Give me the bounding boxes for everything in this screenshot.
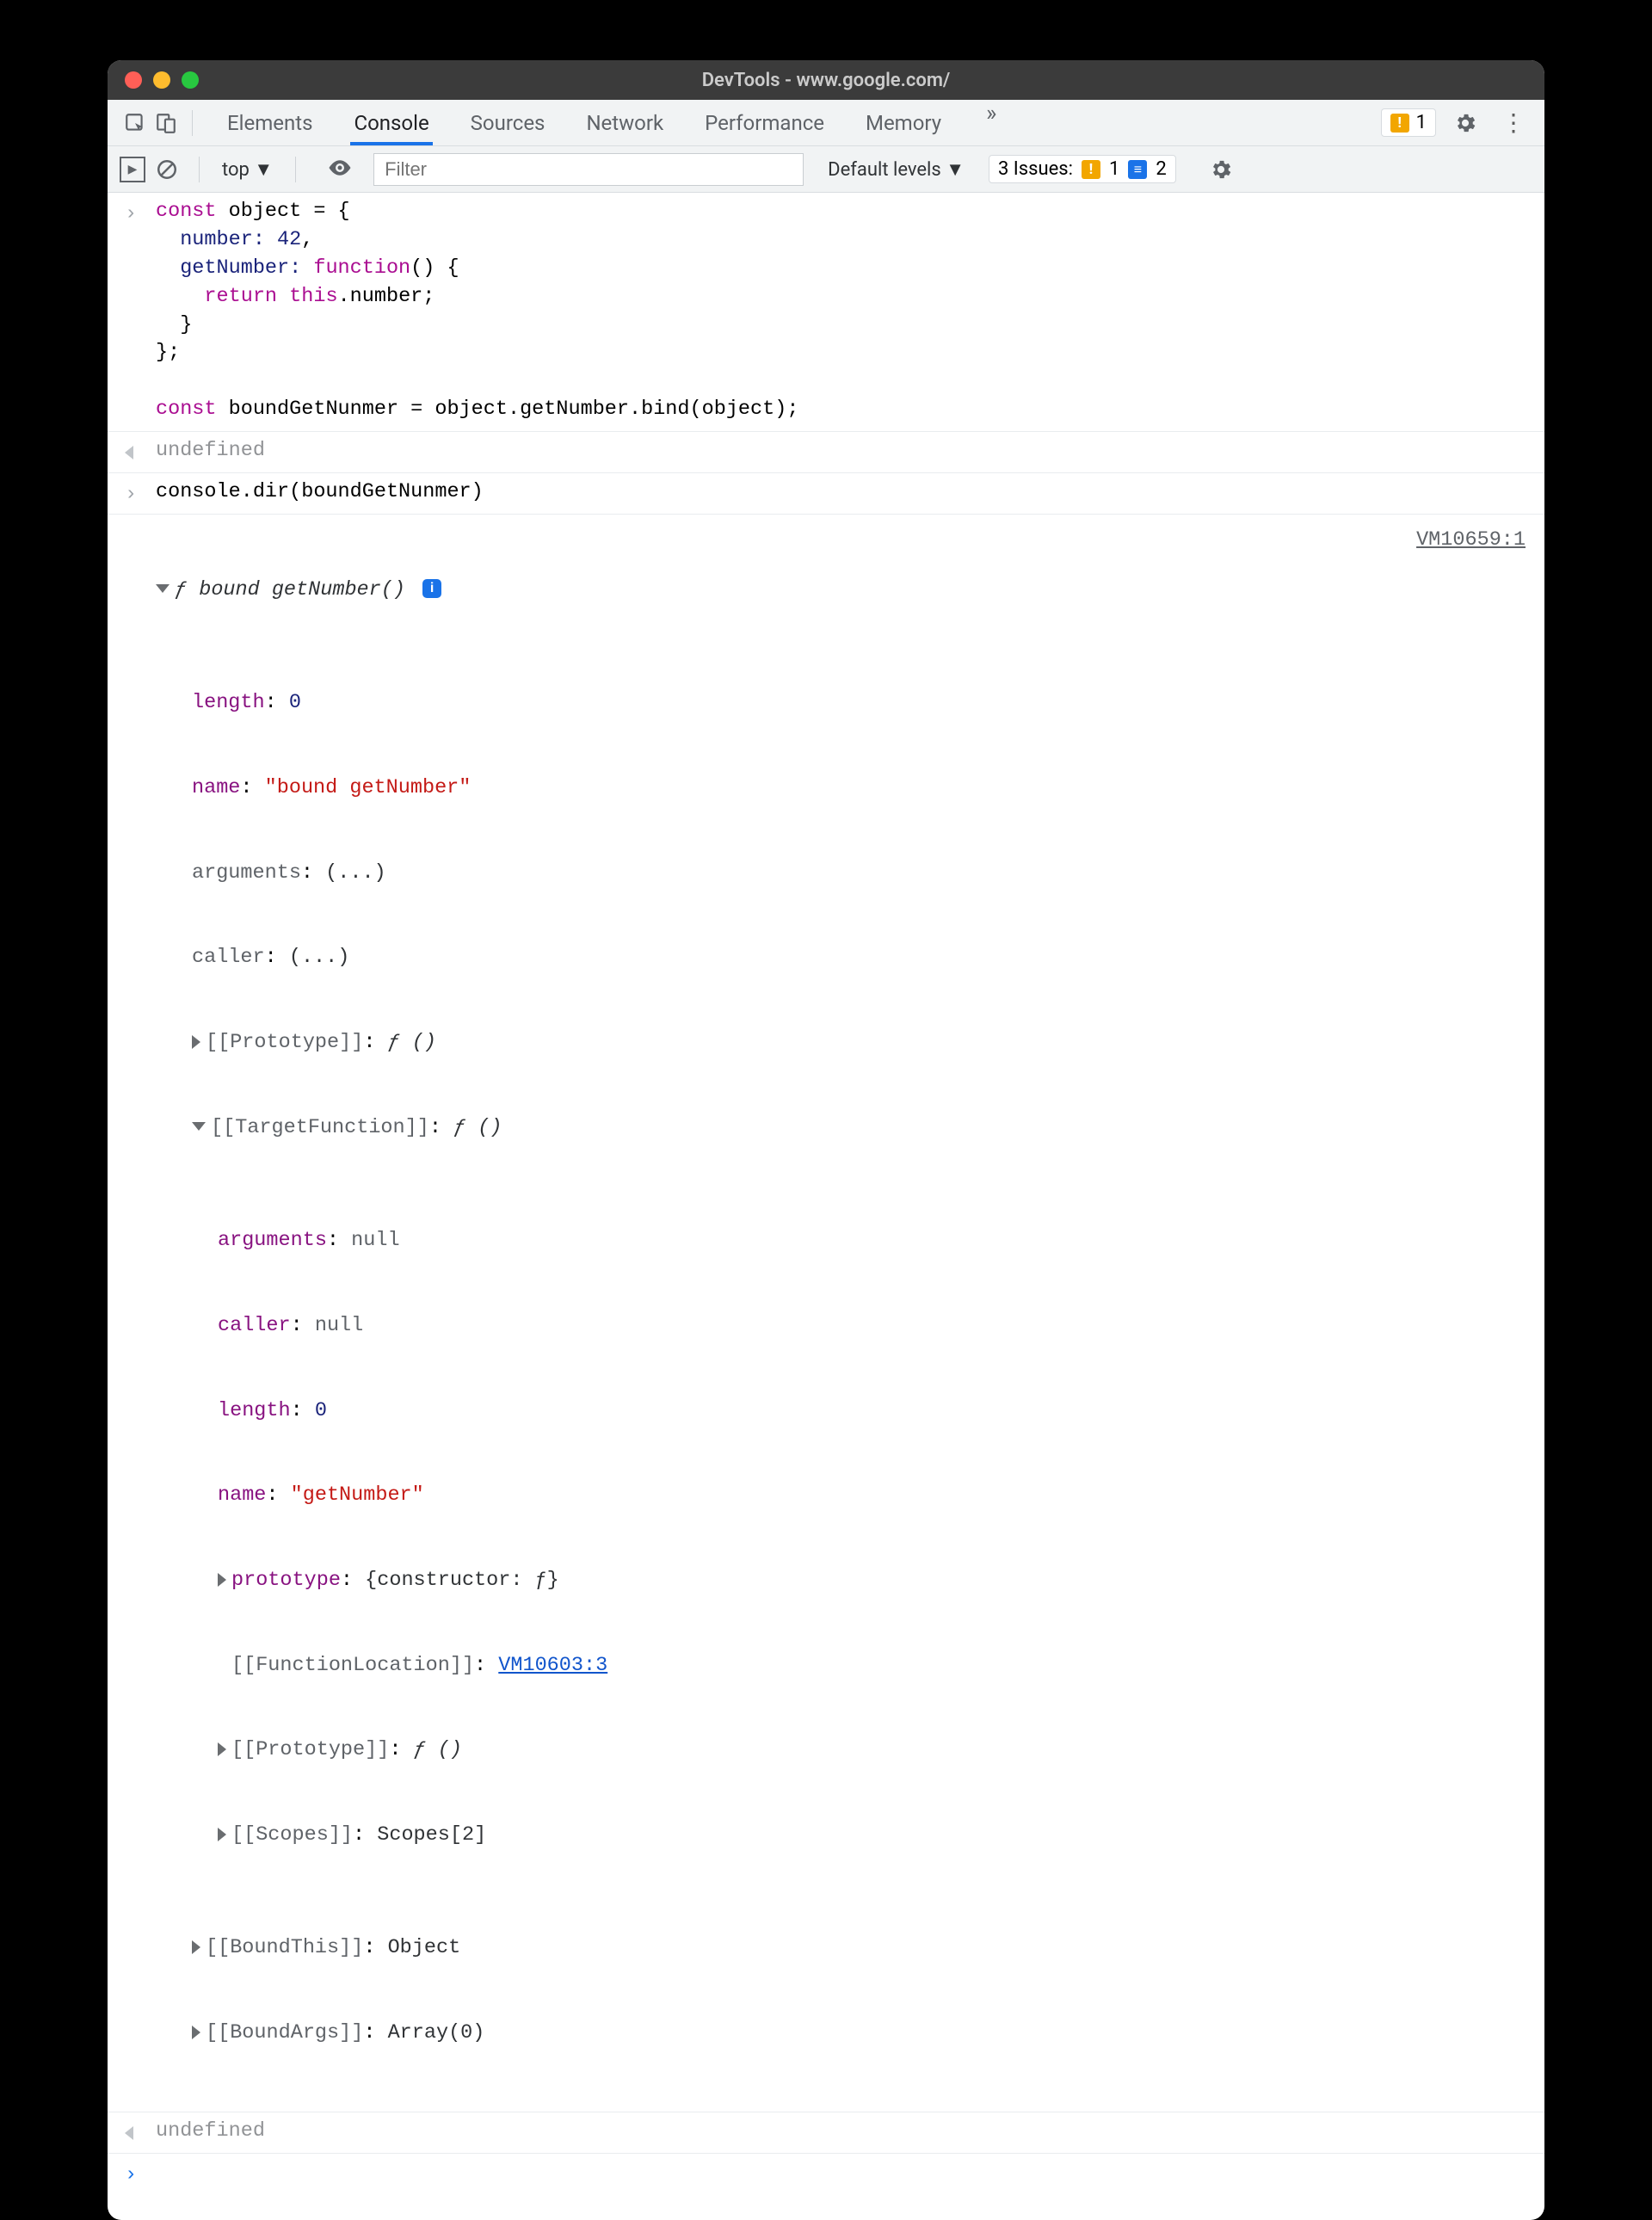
issues-label: 3 Issues: — [998, 158, 1073, 180]
live-expression-icon[interactable] — [327, 155, 353, 184]
console-prompt-row[interactable]: › — [108, 2154, 1544, 2194]
undefined-output: undefined — [156, 2118, 1532, 2146]
prompt-chevron-icon: › — [125, 2161, 137, 2190]
output-chevron-icon — [125, 440, 140, 468]
settings-icon[interactable] — [1450, 108, 1481, 139]
console-prompt[interactable] — [156, 2159, 1532, 2187]
vm-link[interactable]: VM10603:3 — [498, 1654, 607, 1677]
warning-icon: ! — [1082, 160, 1100, 179]
prop-name[interactable]: name: "bound getNumber" — [156, 774, 1532, 803]
divider — [295, 157, 296, 182]
device-toolbar-icon[interactable] — [151, 108, 182, 139]
context-selector[interactable]: top ▼ — [219, 158, 276, 181]
issues-info-count: 2 — [1156, 158, 1166, 180]
kebab-menu-icon[interactable]: ⋮ — [1495, 108, 1532, 137]
prop-caller[interactable]: caller: (...) — [156, 944, 1532, 972]
panel-tabs: Elements Console Sources Network Perform… — [224, 101, 1381, 145]
warning-count: 1 — [1416, 112, 1427, 133]
console-settings-icon[interactable] — [1205, 154, 1236, 185]
tab-memory[interactable]: Memory — [862, 101, 945, 145]
console-output-row: undefined — [108, 2112, 1544, 2154]
more-tabs-button[interactable]: » — [979, 101, 1003, 145]
undefined-output: undefined — [156, 437, 1532, 466]
devtools-tabbar: Elements Console Sources Network Perform… — [108, 100, 1544, 146]
dir-call: console.dir(boundGetNunmer) — [156, 478, 1532, 507]
prop-bound-this[interactable]: [[BoundThis]]: Object — [156, 1934, 1532, 1963]
tf-prototype[interactable]: prototype: {constructor: ƒ} — [156, 1567, 1532, 1595]
prop-arguments[interactable]: arguments: (...) — [156, 860, 1532, 888]
zoom-window-button[interactable] — [182, 71, 199, 89]
issues-warn-count: 1 — [1109, 158, 1119, 180]
inspect-element-icon[interactable] — [120, 108, 151, 139]
vm-source-link[interactable]: VM10659:1 — [1416, 527, 1526, 555]
warnings-badge[interactable]: ! 1 — [1381, 108, 1436, 137]
traffic-lights — [108, 71, 199, 89]
tf-caller[interactable]: caller: null — [156, 1312, 1532, 1341]
tf-function-location[interactable]: [[FunctionLocation]]: VM10603:3 — [156, 1652, 1532, 1680]
tab-performance[interactable]: Performance — [701, 101, 828, 145]
console-input-row: › const object = { number: 42, getNumber… — [108, 193, 1544, 432]
console-dir-output: VM10659:1 ƒ bound getNumber() i length: … — [108, 515, 1544, 2112]
tf-scopes[interactable]: [[Scopes]]: Scopes[2] — [156, 1822, 1532, 1850]
filter-input[interactable] — [373, 153, 804, 186]
close-window-button[interactable] — [125, 71, 142, 89]
input-chevron-icon: › — [125, 481, 137, 509]
console-sidebar-toggle-icon[interactable]: ▶ — [120, 157, 145, 182]
tab-sources[interactable]: Sources — [467, 101, 549, 145]
code-block: const object = { number: 42, getNumber: … — [156, 198, 1532, 424]
object-header[interactable]: ƒ bound getNumber() i — [156, 577, 1532, 605]
prop-length[interactable]: length: 0 — [156, 689, 1532, 718]
minimize-window-button[interactable] — [153, 71, 170, 89]
tf-proto-internal[interactable]: [[Prototype]]: ƒ () — [156, 1736, 1532, 1765]
tab-console[interactable]: Console — [350, 101, 432, 145]
tf-name[interactable]: name: "getNumber" — [156, 1482, 1532, 1510]
log-levels-selector[interactable]: Default levels ▼ — [828, 158, 965, 181]
issues-badge[interactable]: 3 Issues: ! 1 ≡ 2 — [989, 155, 1176, 183]
tab-elements[interactable]: Elements — [224, 101, 316, 145]
console-body: › const object = { number: 42, getNumber… — [108, 193, 1544, 2220]
tab-network[interactable]: Network — [583, 101, 667, 145]
tf-length[interactable]: length: 0 — [156, 1397, 1532, 1426]
output-chevron-icon — [125, 2120, 140, 2149]
divider — [199, 157, 200, 182]
prop-prototype-internal[interactable]: [[Prototype]]: ƒ () — [156, 1029, 1532, 1058]
warning-icon: ! — [1390, 114, 1409, 133]
tf-arguments[interactable]: arguments: null — [156, 1227, 1532, 1255]
console-output-row: undefined — [108, 432, 1544, 473]
input-chevron-icon: › — [125, 200, 137, 229]
window-title: DevTools - www.google.com/ — [702, 70, 951, 91]
info-icon[interactable]: i — [422, 579, 441, 598]
info-icon: ≡ — [1128, 160, 1147, 179]
divider — [192, 110, 193, 136]
console-input-row: › console.dir(boundGetNunmer) — [108, 473, 1544, 515]
console-toolbar: ▶ top ▼ Default levels ▼ 3 Issues: ! 1 ≡… — [108, 146, 1544, 193]
clear-console-icon[interactable] — [154, 157, 180, 182]
prop-bound-args[interactable]: [[BoundArgs]]: Array(0) — [156, 2020, 1532, 2048]
devtools-window: DevTools - www.google.com/ Elements Cons… — [108, 60, 1544, 2220]
prop-target-function[interactable]: [[TargetFunction]]: ƒ () — [156, 1114, 1532, 1143]
titlebar: DevTools - www.google.com/ — [108, 60, 1544, 100]
